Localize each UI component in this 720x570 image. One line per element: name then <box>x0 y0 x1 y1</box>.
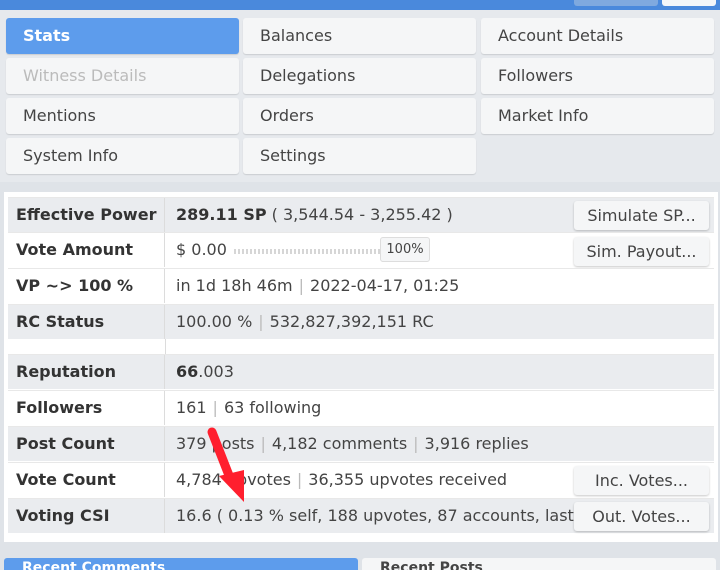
stat-label: Followers <box>8 391 165 425</box>
header-button[interactable] <box>662 0 716 6</box>
stat-row-followers: Followers 161 | 63 following <box>8 390 714 425</box>
reputation-fraction: .003 <box>198 362 234 381</box>
stat-label: RC Status <box>8 305 165 339</box>
stat-row-vote-count: Vote Count 4,784 upvotes | 36,355 upvotes … <box>8 462 714 497</box>
tab-system-info[interactable]: System Info <box>6 138 239 174</box>
stat-value: 289.11 SP ( 3,544.54 - 3,255.42 ) <box>176 198 453 232</box>
separator: | <box>296 470 303 489</box>
tab-balances[interactable]: Balances <box>243 18 476 54</box>
stat-row-reputation: Reputation 66.003 <box>8 354 714 389</box>
stat-value: 66.003 <box>176 355 234 389</box>
tab-market-info[interactable]: Market Info <box>481 98 714 134</box>
vote-weight-percent: 100% <box>380 237 430 262</box>
tab-settings[interactable]: Settings <box>243 138 476 174</box>
feed-tabs: Recent Comments Recent Posts <box>0 552 720 570</box>
upvotes-received: 36,355 upvotes received <box>308 470 508 489</box>
tab-stats[interactable]: Stats <box>6 18 239 54</box>
stat-row-rc-status: RC Status 100.00 % | 532,827,392,151 RC <box>8 304 714 339</box>
rc-amount: 532,827,392,151 RC <box>269 312 434 331</box>
separator: | <box>258 312 264 331</box>
stat-row-vote-amount: Vote Amount $ 0.00 100% Sim. Payout... <box>8 232 714 267</box>
section-gap <box>8 339 714 354</box>
stat-label: Vote Count <box>8 463 165 497</box>
tab-followers[interactable]: Followers <box>481 58 714 94</box>
incoming-votes-button[interactable]: Inc. Votes... <box>574 466 709 495</box>
separator: | <box>298 276 305 295</box>
stat-label: Voting CSI <box>8 499 165 533</box>
vp-date: 2022-04-17, 01:25 <box>310 276 460 295</box>
stat-label: Vote Amount <box>8 233 165 267</box>
tab-mentions[interactable]: Mentions <box>6 98 239 134</box>
reputation-whole: 66 <box>176 362 199 381</box>
stat-label: Effective Power <box>8 198 165 232</box>
stat-row-vp: VP ~> 100 % in 1d 18h 46m | 2022-04-17, 01… <box>8 268 714 303</box>
separator: | <box>260 434 266 453</box>
effective-power-detail: ( 3,544.54 - 3,255.42 ) <box>266 205 453 224</box>
comment-count: 4,182 comments <box>271 434 408 453</box>
effective-power-sp: 289.11 SP <box>176 205 267 224</box>
tab-witness-details: Witness Details <box>6 58 239 94</box>
header-button[interactable] <box>574 0 658 6</box>
stat-row-voting-csi: Voting CSI 16.6 ( 0.13 % self, 188 upvot… <box>8 498 714 533</box>
separator: | <box>212 398 218 417</box>
stat-value: in 1d 18h 46m | 2022-04-17, 01:25 <box>176 269 459 303</box>
stat-row-effective-power: Effective Power 289.11 SP ( 3,544.54 - 3… <box>8 197 714 232</box>
tab-account-details[interactable]: Account Details <box>481 18 714 54</box>
tab-recent-posts[interactable]: Recent Posts <box>362 558 716 570</box>
reply-count: 3,916 replies <box>424 434 529 453</box>
separator: | <box>413 434 419 453</box>
tab-delegations[interactable]: Delegations <box>243 58 476 94</box>
stat-value: 100.00 % | 532,827,392,151 RC <box>176 305 434 339</box>
account-tabs: Stats Balances Account Details Witness D… <box>0 10 720 182</box>
stat-label: Reputation <box>8 355 165 389</box>
vote-weight-slider[interactable] <box>234 249 380 254</box>
follower-count: 161 <box>176 398 207 417</box>
following-count: 63 following <box>223 398 322 417</box>
vp-eta: in 1d 18h 46m <box>176 276 293 295</box>
rc-percent: 100.00 % <box>176 312 253 331</box>
tab-recent-comments[interactable]: Recent Comments <box>4 558 358 570</box>
tab-orders[interactable]: Orders <box>243 98 476 134</box>
top-header-bar <box>0 0 720 10</box>
outgoing-votes-button[interactable]: Out. Votes... <box>574 502 709 531</box>
stats-panel: Effective Power 289.11 SP ( 3,544.54 - 3… <box>4 192 718 542</box>
stat-label: Post Count <box>8 427 165 461</box>
simulate-sp-button[interactable]: Simulate SP... <box>574 201 709 230</box>
stat-row-post-count: Post Count 379 posts | 4,182 comments | 3,91… <box>8 426 714 461</box>
annotation-arrow-icon <box>207 427 244 502</box>
sim-payout-button[interactable]: Sim. Payout... <box>574 237 709 266</box>
stat-label: VP ~> 100 % <box>8 269 165 303</box>
vote-amount-value: $ 0.00 <box>176 240 227 259</box>
stat-value: 161 | 63 following <box>176 391 321 425</box>
